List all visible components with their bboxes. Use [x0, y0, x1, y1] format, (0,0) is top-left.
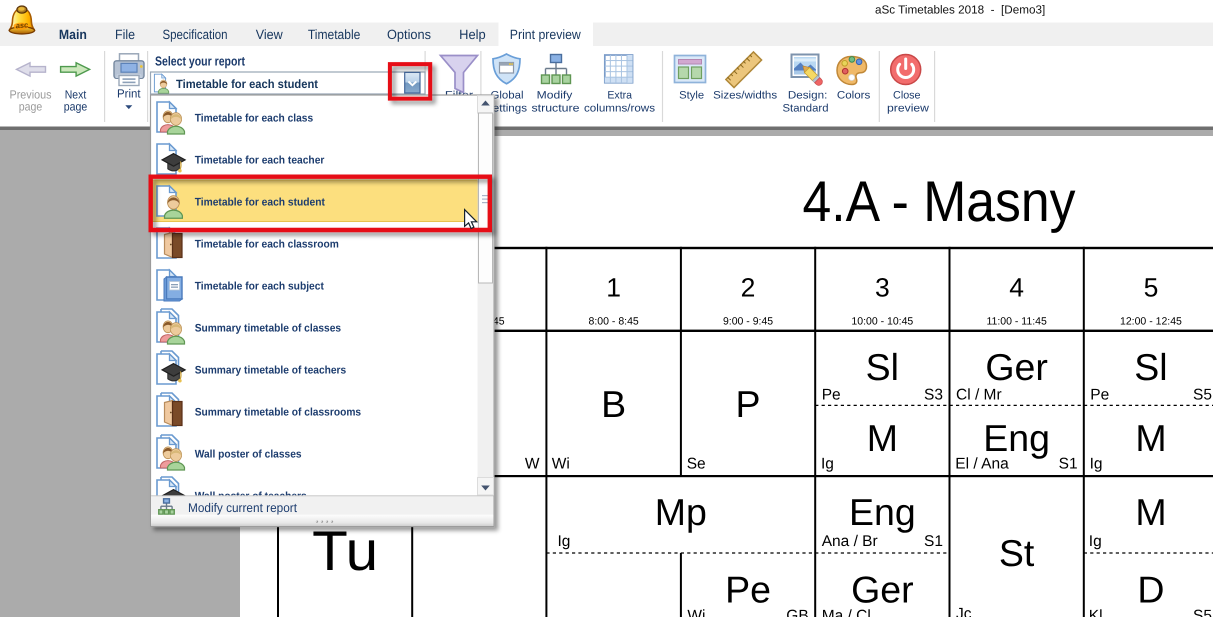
- svg-text:S3: S3: [924, 386, 943, 403]
- svg-text:asc: asc: [15, 20, 29, 30]
- svg-text:Ig: Ig: [821, 455, 834, 472]
- svg-text:12:00 - 12:45: 12:00 - 12:45: [1120, 316, 1182, 328]
- svg-text:Ger: Ger: [851, 569, 914, 611]
- svg-text:Timetable: Timetable: [308, 27, 361, 42]
- svg-text:page: page: [19, 100, 43, 114]
- svg-text:Ig: Ig: [1090, 455, 1103, 472]
- svg-text:structure: structure: [532, 103, 580, 115]
- svg-text:S5: S5: [1193, 607, 1212, 617]
- svg-text:Sl: Sl: [1134, 346, 1167, 388]
- svg-text:Style: Style: [679, 90, 704, 102]
- svg-text:Select your report: Select your report: [155, 54, 246, 69]
- svg-text:2: 2: [741, 273, 756, 303]
- svg-text:Timetable for each teacher: Timetable for each teacher: [195, 155, 325, 167]
- svg-text:Se: Se: [687, 455, 706, 472]
- svg-text:Design:: Design:: [788, 90, 828, 102]
- svg-text:Timetable for each subject: Timetable for each subject: [195, 281, 325, 293]
- svg-text:Modify: Modify: [537, 90, 573, 102]
- svg-text:Modify current report: Modify current report: [188, 501, 297, 515]
- svg-text:Timetable for each classroom: Timetable for each classroom: [195, 239, 339, 251]
- svg-text:Wi: Wi: [687, 607, 705, 617]
- svg-text:Ma / Cl: Ma / Cl: [822, 607, 871, 617]
- svg-text:Print preview: Print preview: [510, 27, 581, 42]
- svg-text:Mp: Mp: [655, 491, 707, 533]
- svg-text:Ig: Ig: [1089, 533, 1102, 550]
- svg-text:4.A - Masny: 4.A - Masny: [803, 170, 1076, 234]
- svg-text:Wi: Wi: [552, 455, 570, 472]
- svg-text:Eng: Eng: [983, 417, 1050, 459]
- svg-text:columns/rows: columns/rows: [584, 103, 656, 115]
- svg-text:1: 1: [606, 273, 621, 303]
- svg-text:Pe: Pe: [1090, 386, 1109, 403]
- svg-text:Ger: Ger: [985, 346, 1048, 388]
- svg-text:Print: Print: [117, 87, 141, 101]
- svg-text:3: 3: [875, 273, 890, 303]
- svg-text:Help: Help: [459, 27, 486, 42]
- svg-text:S1: S1: [1059, 455, 1078, 472]
- svg-text:M: M: [1135, 491, 1166, 533]
- svg-text:Eng: Eng: [849, 491, 916, 533]
- svg-text:Global: Global: [491, 90, 524, 102]
- svg-text:M: M: [1135, 417, 1166, 459]
- svg-text:Wall poster of classes: Wall poster of classes: [195, 449, 302, 461]
- svg-text:Extra: Extra: [607, 90, 632, 102]
- svg-text:11:00 - 11:45: 11:00 - 11:45: [986, 316, 1046, 328]
- svg-text:4: 4: [1009, 273, 1024, 303]
- svg-text:8:00 - 8:45: 8:00 - 8:45: [589, 316, 639, 328]
- svg-text:View: View: [256, 27, 283, 42]
- svg-text:Colors: Colors: [837, 90, 871, 102]
- svg-text:B: B: [601, 383, 626, 425]
- svg-text:Main: Main: [59, 27, 87, 42]
- svg-text:S5: S5: [1193, 386, 1212, 403]
- svg-text:page: page: [64, 100, 88, 114]
- svg-text:Specification: Specification: [163, 27, 228, 42]
- svg-text:10:00 - 10:45: 10:00 - 10:45: [851, 316, 913, 328]
- svg-text:Standard: Standard: [783, 103, 829, 115]
- svg-text:Timetable for each student: Timetable for each student: [176, 77, 318, 91]
- svg-text:5: 5: [1144, 273, 1159, 303]
- svg-text:Kl: Kl: [1089, 607, 1103, 617]
- svg-text:Ana / Br: Ana / Br: [822, 533, 878, 550]
- svg-text:GB: GB: [786, 607, 808, 617]
- svg-text:aSc Timetables 2018 - [Demo3: aSc Timetables 2018 - [Demo3]: [875, 4, 1045, 17]
- svg-text:preview: preview: [887, 103, 929, 115]
- svg-text:M: M: [867, 417, 898, 459]
- svg-text:Close: Close: [893, 90, 921, 102]
- svg-text:Options: Options: [387, 27, 431, 42]
- svg-text:Sl: Sl: [866, 346, 899, 388]
- svg-text:D: D: [1137, 569, 1164, 611]
- svg-text:Tu: Tu: [312, 519, 378, 582]
- svg-text:Timetable for each student: Timetable for each student: [195, 197, 326, 209]
- svg-text:El / Ana: El / Ana: [955, 455, 1009, 472]
- svg-text:Jc: Jc: [956, 606, 972, 617]
- svg-text:Ig: Ig: [558, 533, 571, 550]
- svg-text:W: W: [525, 455, 540, 472]
- svg-text:Pe: Pe: [725, 569, 771, 611]
- svg-text:Cl / Mr: Cl / Mr: [956, 386, 1002, 403]
- svg-text:Pe: Pe: [822, 386, 841, 403]
- svg-text:Summary timetable of classes: Summary timetable of classes: [195, 323, 341, 335]
- svg-text:Timetable for each class: Timetable for each class: [195, 113, 314, 125]
- svg-text:P: P: [736, 383, 761, 425]
- svg-text:Sizes/widths: Sizes/widths: [713, 90, 778, 102]
- svg-text:9:00 - 9:45: 9:00 - 9:45: [723, 316, 773, 328]
- svg-text:St: St: [999, 532, 1035, 574]
- svg-text:Summary timetable of classroom: Summary timetable of classrooms: [195, 407, 361, 419]
- svg-text:S1: S1: [924, 533, 943, 550]
- svg-text:File: File: [115, 27, 135, 42]
- svg-text:Summary timetable of teachers: Summary timetable of teachers: [195, 365, 347, 377]
